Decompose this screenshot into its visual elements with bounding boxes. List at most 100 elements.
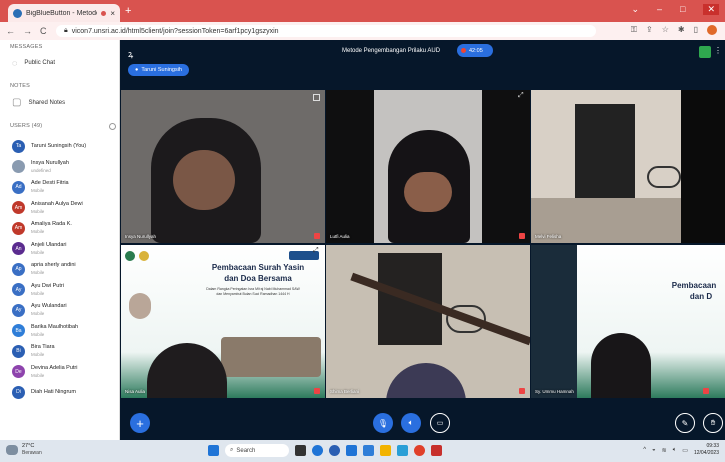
browser-icon[interactable] (414, 445, 425, 456)
user-list-item[interactable]: Am Amaliya Rada K. Mobile (0, 218, 119, 239)
close-window-icon[interactable]: ✕ (703, 4, 719, 15)
slide-title-1: Pembacaan (671, 281, 717, 290)
user-name: Diah Hati Ningrum (31, 388, 76, 395)
profile-avatar[interactable] (707, 25, 717, 35)
clock[interactable]: 09:33 12/04/2023 (694, 443, 719, 457)
user-info: Ayu Wulandari Mobile (31, 303, 67, 317)
pdf-icon[interactable] (431, 445, 442, 456)
tile-name: Melvi Felisha (535, 234, 562, 239)
mail-icon[interactable] (363, 445, 374, 456)
user-list-item[interactable]: Ba Barika Maulhotibah Mobile (0, 321, 119, 342)
options-menu-icon[interactable]: ⋮ (714, 46, 722, 55)
connection-status-icon[interactable] (699, 46, 711, 58)
chevron-down-icon[interactable]: ⌄ (631, 4, 639, 15)
shared-notes-item[interactable]: ▢ Shared Notes (0, 97, 119, 108)
url-field[interactable]: 🔒︎ vicon7.unsri.ac.id/html5client/join?s… (56, 25, 596, 37)
meeting-title: Metode Pengembangan Prilaku AUD (342, 48, 441, 54)
share-icon[interactable]: ⇪ (646, 25, 653, 35)
user-list-item[interactable]: Insya Nurullyah undefined (0, 157, 119, 178)
video-tile[interactable]: Insya Nurullyah (121, 90, 325, 243)
star-icon[interactable]: ☆ (662, 25, 669, 35)
people-toggle-icon[interactable]: ꝝ (128, 47, 133, 60)
start-icon[interactable] (208, 445, 219, 456)
user-list-item[interactable]: Ay Ayu Wulandari Mobile (0, 300, 119, 321)
audio-button[interactable]: 🔈︎ (401, 413, 421, 433)
sidepanel-icon[interactable]: ▯ (694, 25, 698, 35)
user-list: Ta Taruni Suningsih (You) Insya Nurullyah u… (0, 136, 119, 403)
video-tile[interactable]: Melvi Felisha (531, 90, 725, 243)
chevron-up-icon[interactable]: ^ (643, 447, 646, 453)
video-tile[interactable]: Pembacaan Surah Yasin dan Doa Bersama Da… (121, 245, 325, 398)
close-tab-icon[interactable]: × (110, 9, 115, 18)
notes-header: NOTES (10, 83, 30, 89)
record-icon (461, 48, 466, 53)
weather-temp: 27°C (22, 443, 35, 449)
fullscreen-icon[interactable]: ⤢ (313, 247, 320, 254)
user-info: Anisanah Aulya Dewi Mobile (31, 201, 83, 215)
chrome-icon[interactable] (329, 445, 340, 456)
key-icon[interactable]: ⚿ (631, 25, 637, 35)
recording-timer[interactable]: 42:05 (457, 44, 493, 57)
user-device: Mobile (31, 331, 45, 337)
store-icon[interactable] (346, 445, 357, 456)
video-tile[interactable]: Shima Berliani (326, 245, 530, 398)
muted-icon (519, 388, 525, 394)
file-explorer-icon[interactable] (380, 445, 391, 456)
wifi-icon[interactable]: ≋ (662, 447, 667, 454)
forward-icon[interactable]: → (23, 26, 32, 36)
edge-icon[interactable] (312, 445, 323, 456)
maximize-icon[interactable]: □ (680, 4, 685, 15)
new-tab-icon[interactable]: + (125, 5, 131, 17)
meeting-top-bar: ꝝ Metode Pengembangan Prilaku AUD 42:05 … (120, 40, 725, 88)
fullscreen-icon[interactable] (313, 94, 320, 101)
battery-icon[interactable]: ▭ (682, 447, 688, 454)
lock-icon: 🔒︎ (64, 27, 68, 34)
participant-video-silhouette (591, 333, 651, 398)
user-info: Anjeli Ulandari Mobile (31, 242, 66, 256)
weather-widget[interactable]: 27°C Berawan (6, 443, 42, 457)
back-icon[interactable]: ← (6, 26, 15, 36)
notes-icon: ▢ (12, 97, 22, 108)
public-chat-label: Public Chat (24, 60, 56, 66)
user-list-item[interactable]: De Devina Adelia Putri Mobile (0, 362, 119, 383)
slide-title-2: dan Doa Bersama (224, 274, 292, 283)
whiteboard-button[interactable]: ✎ (675, 413, 695, 433)
shared-notes-label: Shared Notes (28, 99, 66, 106)
user-list-item[interactable]: Ap apria sherly andini Mobile (0, 259, 119, 280)
bigbluebutton-favicon-icon (13, 8, 22, 18)
public-chat-item[interactable]: ◌ Public Chat (0, 58, 119, 68)
task-view-icon[interactable] (295, 445, 306, 456)
fullscreen-icon[interactable]: ⤢ (518, 92, 525, 99)
muted-icon (519, 233, 525, 239)
minimize-icon[interactable]: – (657, 4, 662, 15)
user-list-item[interactable]: Ta Taruni Suningsih (You) (0, 136, 119, 157)
user-device: Mobile (31, 311, 45, 317)
user-list-item[interactable]: Bi Bira Tiara Mobile (0, 341, 119, 362)
user-info: Bira Tiara Mobile (31, 344, 55, 358)
user-list-item[interactable]: Ay Ayu Dwi Putri Mobile (0, 280, 119, 301)
puzzle-icon[interactable]: ✱ (678, 25, 685, 35)
user-list-item[interactable]: Di Diah Hati Ningrum (0, 382, 119, 403)
user-list-item[interactable]: An Anjeli Ulandari Mobile (0, 239, 119, 260)
participant-overlay (386, 363, 466, 398)
system-tray: ^ ◒ ≋ 🔈︎ ▭ 09:33 12/04/2023 (643, 443, 719, 457)
search-box[interactable]: ⌕ Search (225, 444, 289, 457)
actions-plus-button[interactable]: + (130, 413, 150, 433)
browser-tab[interactable]: BigBlueButton - Metode Pe × (8, 4, 120, 22)
video-tile[interactable]: ⤢ Lutfi Aulia (326, 90, 530, 243)
reload-icon[interactable]: C (40, 26, 47, 36)
slide-title-2: dan D (689, 292, 713, 301)
user-list-item[interactable]: Am Anisanah Aulya Dewi Mobile (0, 198, 119, 219)
microphone-button[interactable]: 🎙︎ (373, 413, 393, 433)
user-list-item[interactable]: Ad Ade Desti Fitria Mobile (0, 177, 119, 198)
network-icon[interactable]: ◒ (652, 447, 656, 453)
tile-name: Insya Nurullyah (125, 234, 157, 239)
gear-icon[interactable] (109, 123, 116, 130)
photos-icon[interactable] (397, 445, 408, 456)
avatar: Ay (12, 283, 25, 297)
raise-hand-button[interactable]: ✋︎ (703, 413, 723, 433)
volume-icon[interactable]: 🔈︎ (673, 447, 677, 454)
user-name: Barika Maulhotibah (31, 323, 79, 330)
camera-button[interactable]: ▭ (430, 413, 450, 433)
video-tile[interactable]: Pembacaan dan D Sy. Ummu Hamnah (531, 245, 725, 398)
